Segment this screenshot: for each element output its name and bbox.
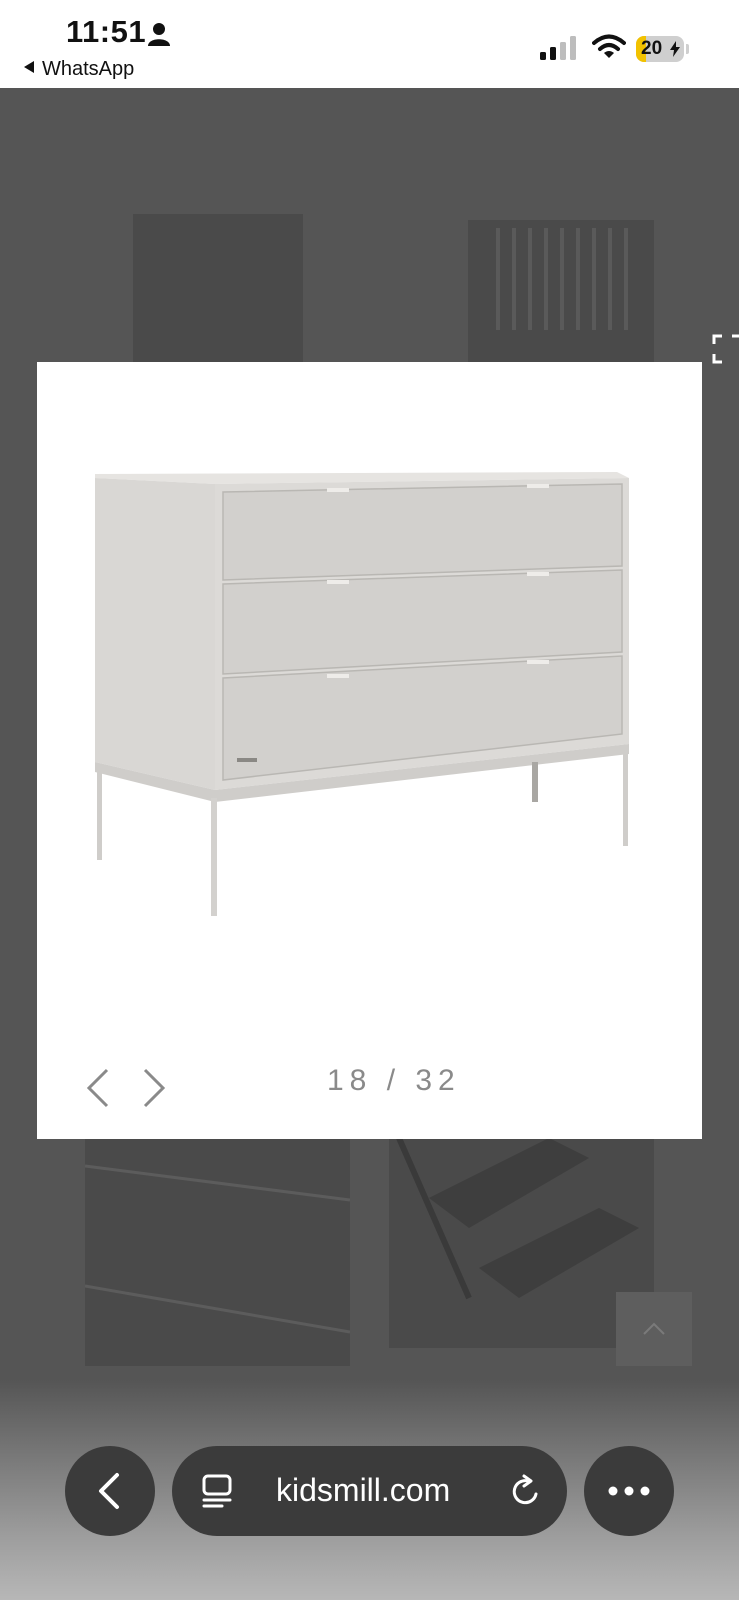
reload-icon[interactable] (510, 1474, 542, 1508)
battery-level: 20 (641, 38, 663, 59)
back-to-app-link[interactable]: WhatsApp (24, 58, 134, 81)
tabs-icon[interactable] (202, 1474, 232, 1508)
address-bar[interactable]: kidsmill.com (172, 1446, 567, 1536)
charging-bolt-icon (670, 41, 680, 57)
battery-icon: 20 (636, 36, 684, 62)
signal-icon (540, 36, 576, 60)
back-app-label: WhatsApp (42, 58, 135, 80)
scroll-to-top-button[interactable] (616, 1292, 692, 1366)
background-thumbnail[interactable] (389, 1136, 654, 1348)
browser-back-button[interactable] (65, 1446, 155, 1536)
crib-thumbnail-image (496, 228, 628, 330)
background-thumbnail[interactable] (133, 214, 303, 364)
background-thumbnail[interactable] (84, 1138, 351, 1366)
dresser-product-image (95, 472, 629, 916)
previous-image-button[interactable] (79, 1066, 119, 1110)
chevron-right-icon (143, 1068, 166, 1108)
url-text: kidsmill.com (276, 1472, 451, 1508)
chevron-up-icon (643, 1322, 665, 1335)
image-counter: 18 / 32 (327, 1064, 461, 1097)
background-thumbnail[interactable] (468, 220, 654, 364)
chevron-left-icon (86, 1068, 109, 1108)
more-options-button[interactable] (584, 1446, 674, 1536)
status-bar: 11:51 WhatsApp 20 (0, 0, 739, 88)
image-lightbox: 18 / 32 (37, 362, 702, 1139)
expand-icon[interactable] (712, 334, 739, 364)
battery-nub (686, 44, 689, 54)
wifi-icon (592, 34, 626, 58)
open-drawers-thumbnail-image (396, 1136, 639, 1300)
drawer-detail-thumbnail-image (84, 1164, 351, 1334)
back-triangle-icon (24, 61, 34, 73)
person-icon (148, 23, 170, 46)
status-time: 11:51 (66, 14, 147, 49)
back-icon (99, 1473, 119, 1509)
next-image-button[interactable] (133, 1066, 173, 1110)
more-icon (608, 1486, 650, 1496)
